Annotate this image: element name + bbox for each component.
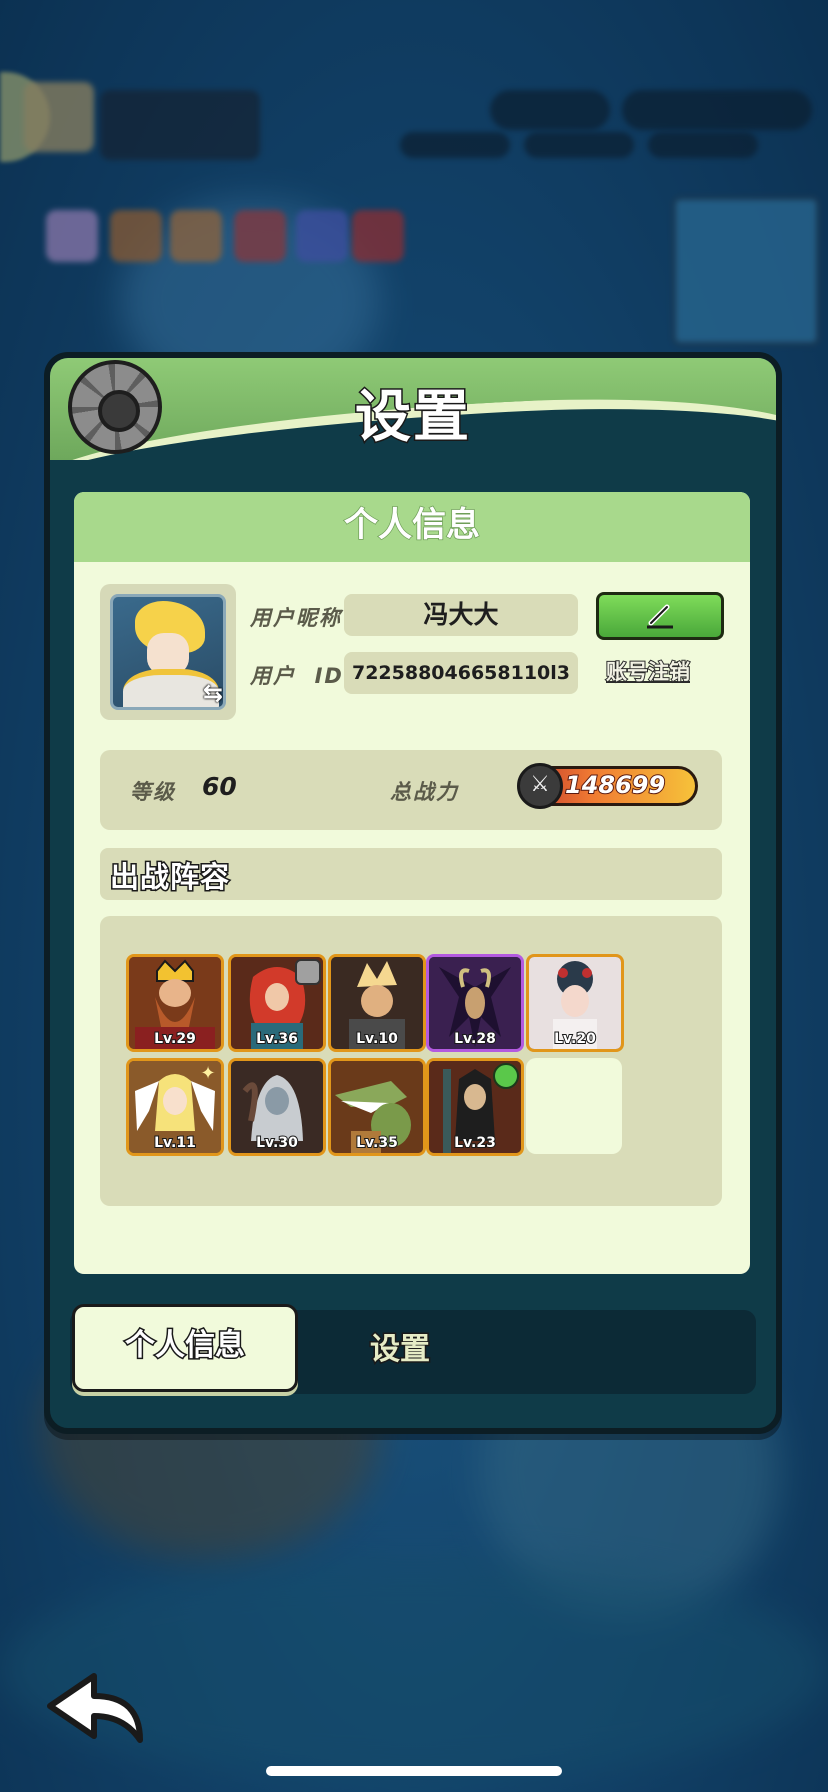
hero-level: Lv.28 <box>453 1030 497 1048</box>
hero-level: Lv.20 <box>553 1030 597 1048</box>
user-id-label: 用户 ID <box>250 664 344 688</box>
power-value: 148699 <box>564 770 666 800</box>
hero-card[interactable]: Lv.28 <box>426 954 524 1052</box>
hero-card[interactable]: Lv.10 <box>328 954 426 1052</box>
lineup-header: 出战阵容 <box>100 848 722 900</box>
level-value: 60 <box>202 772 237 801</box>
swap-icon: ⇆ <box>203 679 224 707</box>
personal-info-content: 个人信息 ⇆ 用户昵称 冯大大 用户 ID 722588046658110l3 … <box>74 492 750 1274</box>
hero-card[interactable]: Lv.36 <box>228 954 326 1052</box>
hero-card[interactable]: Lv.35 <box>328 1058 426 1156</box>
hero-card[interactable]: Lv.30 <box>228 1058 326 1156</box>
star-badge-icon: ✦ <box>200 1063 216 1084</box>
home-indicator[interactable] <box>266 1766 562 1776</box>
avatar-frame[interactable]: ⇆ <box>100 584 236 720</box>
back-arrow-icon[interactable] <box>44 1666 148 1746</box>
hero-level: Lv.35 <box>355 1134 399 1152</box>
hero-level: Lv.10 <box>355 1030 399 1048</box>
hero-card[interactable]: ✦ Lv.11 <box>126 1058 224 1156</box>
section-title: 个人信息 <box>74 492 750 562</box>
hero-level: Lv.23 <box>453 1134 497 1152</box>
avatar[interactable]: ⇆ <box>110 594 226 710</box>
lineup-title: 出战阵容 <box>108 859 231 896</box>
power-label: 总战力 <box>390 780 459 804</box>
lineup-box: Lv.29 Lv.36 Lv.10 Lv.28 Lv.20 ✦ Lv.11 Lv… <box>100 916 722 1206</box>
hero-level: Lv.29 <box>153 1030 197 1048</box>
level-label: 等级 <box>130 780 176 804</box>
nickname-field: 冯大大 <box>344 594 578 636</box>
hero-card[interactable]: Lv.29 <box>126 954 224 1052</box>
panel-title: 设置 <box>354 384 471 452</box>
tab-settings[interactable]: 设置 <box>340 1324 460 1369</box>
settings-panel: 设置 个人信息 ⇆ 用户昵称 冯大大 用户 ID 722588046658110… <box>44 352 782 1434</box>
stats-box: 等级 60 总战力 ⚔ 148699 <box>100 750 722 830</box>
nickname-label: 用户昵称 <box>250 606 342 630</box>
weapon-badge-icon <box>295 959 321 985</box>
empty-hero-slot[interactable] <box>526 1058 622 1154</box>
total-power-badge: ⚔ 148699 <box>517 763 698 809</box>
edit-nickname-button[interactable] <box>596 592 724 640</box>
account-cancel-link[interactable]: 账号注销 <box>605 656 691 686</box>
hero-level: Lv.11 <box>153 1134 197 1152</box>
hero-level: Lv.30 <box>255 1134 299 1152</box>
user-id-field: 722588046658110l3 <box>344 652 578 694</box>
tab-personal-info[interactable]: 个人信息 <box>72 1304 298 1392</box>
hero-level: Lv.36 <box>255 1030 299 1048</box>
hero-card[interactable]: Lv.20 <box>526 954 624 1052</box>
crossed-swords-icon: ⚔ <box>517 763 563 809</box>
pencil-icon <box>647 604 673 629</box>
hero-card[interactable]: Lv.23 <box>426 1058 524 1156</box>
potion-badge-icon <box>493 1063 519 1089</box>
